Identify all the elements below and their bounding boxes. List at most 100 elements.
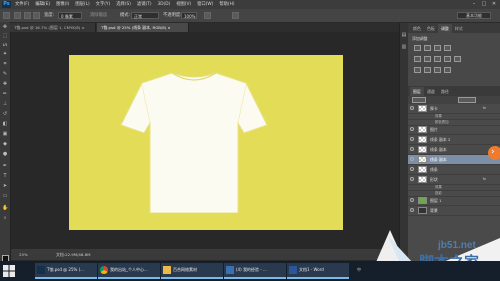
menu-view[interactable]: 视图(V) bbox=[176, 0, 191, 9]
layer-row-selected[interactable]: 线条 副本 bbox=[408, 155, 500, 165]
layer-opacity-field[interactable] bbox=[458, 97, 476, 103]
layer-row[interactable]: 线条 副本 2 bbox=[408, 135, 500, 145]
tab-styles[interactable]: 样式 bbox=[452, 24, 466, 33]
layer-row[interactable]: 图片 bbox=[408, 125, 500, 135]
menu-type[interactable]: 文字(Y) bbox=[96, 0, 111, 9]
windows-start-icon[interactable] bbox=[3, 265, 15, 277]
levels-icon[interactable] bbox=[424, 45, 431, 51]
curves-icon[interactable] bbox=[434, 45, 441, 51]
opacity-field[interactable]: 100% bbox=[181, 12, 197, 19]
style-icon[interactable] bbox=[204, 12, 211, 19]
exposure-icon[interactable] bbox=[444, 45, 451, 51]
minimize-button[interactable]: – bbox=[470, 1, 478, 8]
tab-channels[interactable]: 通道 bbox=[424, 87, 438, 96]
hand-tool-icon[interactable]: ✋ bbox=[2, 206, 8, 211]
color-balance-icon[interactable] bbox=[434, 56, 441, 62]
layer-row[interactable]: 背景 bbox=[408, 206, 500, 216]
eye-icon[interactable] bbox=[410, 208, 414, 212]
fx-icon[interactable]: fx bbox=[483, 175, 486, 184]
photoshop-logo: Ps bbox=[2, 1, 11, 8]
lasso-tool-icon[interactable]: ᔕ bbox=[2, 43, 8, 48]
threshold-icon[interactable] bbox=[434, 67, 441, 73]
crop-tool-icon[interactable]: ⌗ bbox=[2, 62, 8, 67]
settings-icon[interactable] bbox=[232, 12, 239, 19]
shape-tool-icon[interactable]: ▭ bbox=[2, 194, 8, 199]
tab-swatches[interactable]: 色板 bbox=[424, 24, 438, 33]
eraser-tool-icon[interactable]: ◧ bbox=[2, 122, 8, 127]
taskbar-item-photoshop[interactable]: T恤.psd @ 25% (... bbox=[35, 263, 97, 279]
healing-brush-icon[interactable]: ✚ bbox=[2, 82, 8, 87]
move-tool-icon[interactable]: ✥ bbox=[2, 25, 8, 30]
antialias-label[interactable]: 消除锯齿 bbox=[90, 9, 107, 22]
magic-wand-icon[interactable]: ✦ bbox=[2, 52, 8, 57]
path-select-icon[interactable]: ➤ bbox=[2, 184, 8, 189]
eye-icon[interactable] bbox=[410, 167, 414, 171]
photo-filter-icon[interactable] bbox=[454, 56, 461, 62]
menu-edit[interactable]: 编辑(E) bbox=[35, 0, 50, 9]
menu-layer[interactable]: 图层(L) bbox=[75, 0, 89, 9]
eye-icon[interactable] bbox=[410, 198, 414, 202]
zoom-tool-icon[interactable]: ⌕ bbox=[2, 216, 8, 221]
tab-layers[interactable]: 图层 bbox=[410, 87, 424, 96]
menu-file[interactable]: 文件(F) bbox=[15, 0, 29, 9]
hue-saturation-icon[interactable] bbox=[424, 56, 431, 62]
menu-3d[interactable]: 3D(D) bbox=[158, 0, 171, 9]
vibrance-icon[interactable] bbox=[414, 56, 421, 62]
eye-icon[interactable] bbox=[410, 177, 414, 181]
gradient-map-icon[interactable] bbox=[444, 67, 451, 73]
layer-row[interactable]: 线条 bbox=[408, 165, 500, 175]
menu-window[interactable]: 窗口(W) bbox=[197, 0, 213, 9]
properties-icon[interactable]: ▥ bbox=[401, 45, 407, 50]
tab-color[interactable]: 颜色 bbox=[410, 24, 424, 33]
gradient-tool-icon[interactable]: ▣ bbox=[2, 132, 8, 137]
eye-icon[interactable] bbox=[410, 147, 414, 151]
close-button[interactable]: ✕ bbox=[490, 1, 498, 8]
maximize-button[interactable]: □ bbox=[480, 1, 488, 8]
tab-adjustments[interactable]: 调整 bbox=[438, 24, 452, 33]
stamp-tool-icon[interactable]: ⊥ bbox=[2, 102, 8, 107]
invert-icon[interactable] bbox=[414, 67, 421, 73]
tool-preset-icon[interactable] bbox=[3, 12, 10, 19]
path-mode-icon[interactable] bbox=[14, 12, 21, 19]
history-brush-icon[interactable]: ↺ bbox=[2, 112, 8, 117]
eye-icon[interactable] bbox=[410, 157, 414, 161]
width-field[interactable]: 0 像素 bbox=[58, 12, 82, 19]
layer-row[interactable]: 线条 副本 bbox=[408, 145, 500, 155]
tray-lang[interactable]: 中 bbox=[357, 267, 361, 273]
eye-icon[interactable] bbox=[410, 127, 414, 131]
taskbar-item-chrome[interactable]: 我的出站_个人中心... bbox=[98, 263, 160, 279]
fx-icon[interactable]: fx bbox=[483, 104, 486, 113]
posterize-icon[interactable] bbox=[424, 67, 431, 73]
path-ops-icon[interactable] bbox=[24, 12, 31, 19]
workspace-select[interactable]: 基本功能 bbox=[457, 12, 491, 19]
path-align-icon[interactable] bbox=[33, 12, 40, 19]
brightness-icon[interactable] bbox=[414, 45, 421, 51]
dodge-tool-icon[interactable]: ● bbox=[2, 152, 8, 157]
eye-icon[interactable] bbox=[410, 106, 414, 110]
blur-tool-icon[interactable]: ◆ bbox=[2, 142, 8, 147]
marquee-tool-icon[interactable]: ⬚ bbox=[2, 34, 8, 39]
tab-paths[interactable]: 路径 bbox=[438, 87, 452, 96]
menu-filter[interactable]: 滤镜(T) bbox=[137, 0, 152, 9]
adjustments-title: 添加调整 bbox=[412, 36, 428, 41]
brush-tool-icon[interactable]: ✏ bbox=[2, 92, 8, 97]
taskbar-item-browser[interactable]: (4) 我的经验 - ... bbox=[224, 263, 286, 279]
taskbar-item-folder[interactable]: 百合网络素材 bbox=[161, 263, 223, 279]
mode-select[interactable]: 正常 bbox=[131, 12, 159, 19]
eyedropper-icon[interactable]: ✎ bbox=[2, 72, 8, 77]
side-expand-handle[interactable]: › bbox=[488, 146, 500, 160]
menu-image[interactable]: 图像(I) bbox=[56, 0, 69, 9]
black-white-icon[interactable] bbox=[444, 56, 451, 62]
layer-filter-select[interactable] bbox=[412, 97, 426, 103]
menu-help[interactable]: 帮助(H) bbox=[219, 0, 234, 9]
zoom-level[interactable]: 25% bbox=[19, 249, 28, 260]
taskbar-item-word[interactable]: 文档1 - Word bbox=[287, 263, 349, 279]
tab-doc-1[interactable]: T恤.psd @ 16.7% (图层 1, CMYK/8) × bbox=[10, 23, 96, 32]
layer-row[interactable]: 图层 1 bbox=[408, 196, 500, 206]
eye-icon[interactable] bbox=[410, 137, 414, 141]
pen-tool-icon[interactable]: ✒ bbox=[2, 164, 8, 169]
menu-select[interactable]: 选择(S) bbox=[116, 0, 131, 9]
tab-doc-2[interactable]: T恤.psd @ 25% (线条 副本, RGB/8) × bbox=[97, 23, 189, 32]
history-icon[interactable]: ▤ bbox=[401, 33, 407, 38]
type-tool-icon[interactable]: T bbox=[2, 174, 8, 179]
